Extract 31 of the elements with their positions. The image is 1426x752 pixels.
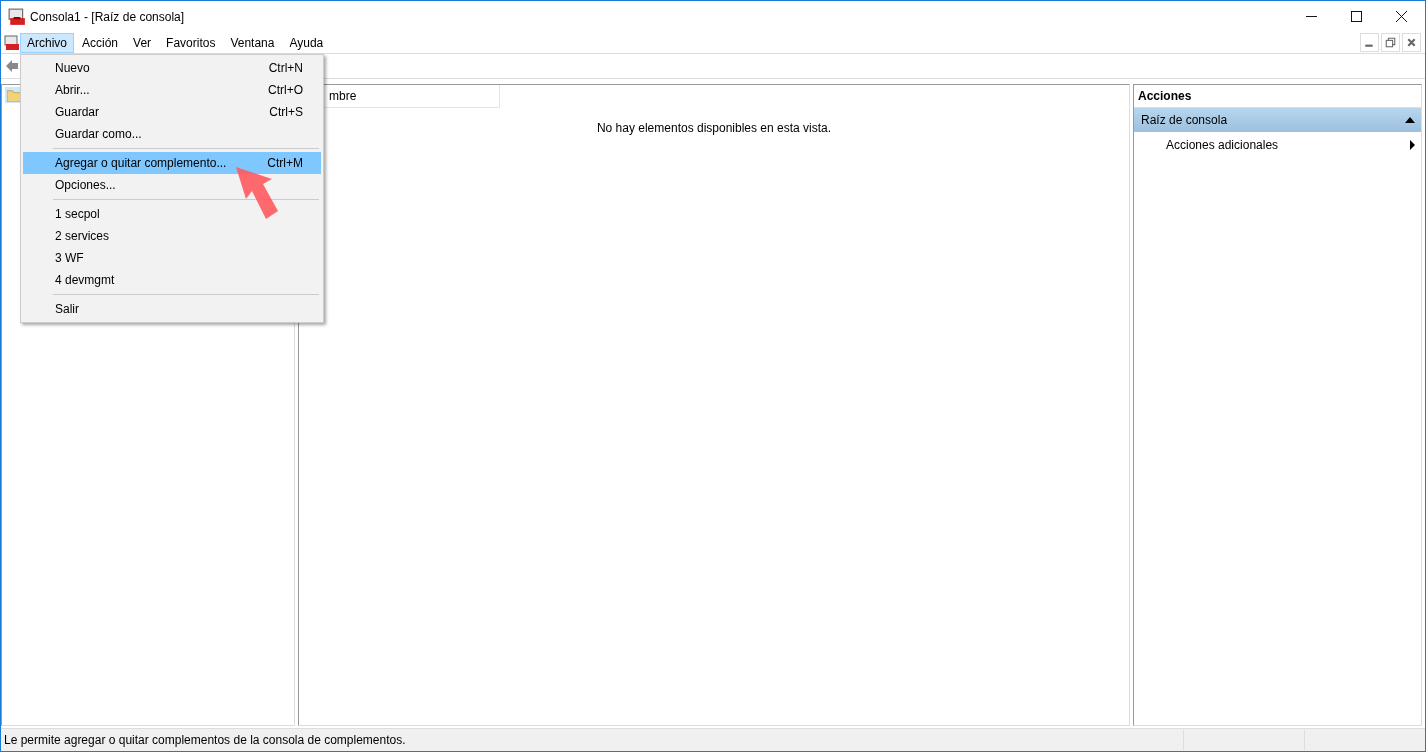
console-app-icon — [8, 7, 26, 26]
window-title: Consola1 - [Raíz de consola] — [30, 9, 185, 24]
status-text: Le permite agregar o quitar complementos de la consola de complementos. — [3, 733, 407, 747]
action-link[interactable]: Acciones adicionales — [1166, 138, 1279, 152]
menu-item[interactable]: Archivo — [20, 32, 74, 53]
actions-section-header[interactable]: Raíz de consola — [1134, 108, 1421, 132]
maximize-icon[interactable] — [1351, 11, 1362, 22]
menu-option[interactable]: Salir — [23, 298, 321, 320]
submenu-arrow-icon — [1410, 140, 1415, 150]
menu-item[interactable]: Ayuda — [282, 32, 331, 53]
menu-option[interactable]: Opciones... — [23, 174, 321, 196]
pointer-arrow-icon — [234, 165, 280, 221]
menu-option[interactable]: 4 devmgmt — [23, 269, 321, 291]
back-arrow-icon[interactable] — [5, 59, 19, 73]
menu-option[interactable]: Agregar o quitar complemento... Ctrl+M — [23, 152, 321, 174]
menu-option[interactable]: 1 secpol — [23, 203, 321, 225]
section-title: Raíz de consola — [1141, 113, 1228, 127]
menu-item[interactable]: Favoritos — [159, 32, 223, 53]
menu-item[interactable]: Acción — [75, 32, 126, 53]
menu-item[interactable]: Ventana — [223, 32, 282, 53]
collapse-icon[interactable] — [1405, 117, 1415, 123]
menu-option[interactable]: 2 services — [23, 225, 321, 247]
empty-message: No hay elementos disponibles en esta vista. — [596, 120, 832, 135]
menu-option[interactable]: Guardar como... — [23, 123, 321, 145]
console-app-icon[interactable] — [4, 34, 20, 51]
menu-option[interactable]: 3 WF — [23, 247, 321, 269]
menu-item[interactable]: Ver — [126, 32, 159, 53]
close-icon[interactable] — [1396, 11, 1407, 22]
folder-icon — [6, 88, 22, 102]
restore-icon[interactable] — [1381, 33, 1400, 52]
menu-option[interactable]: Nuevo Ctrl+N — [23, 57, 321, 79]
